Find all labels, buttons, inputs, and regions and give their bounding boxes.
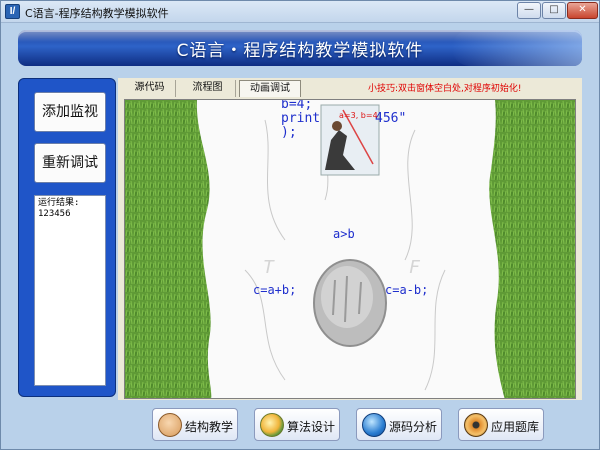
- disc-icon: [260, 413, 284, 437]
- true-deco-letter: T: [263, 257, 274, 278]
- algorithm-design-button[interactable]: 算法设计: [254, 408, 340, 441]
- structure-teaching-button[interactable]: 结构教学: [152, 408, 238, 441]
- hint-text: 小技巧:双击窗体空白处,对程序初始化!: [368, 84, 522, 94]
- title-bar[interactable]: I/ C语言-程序结构教学模拟软件 — □ ✕: [1, 1, 599, 23]
- tab-animation-debug[interactable]: 动画调试: [239, 80, 301, 97]
- source-analysis-label: 源码分析: [389, 420, 438, 434]
- minimize-button[interactable]: —: [517, 2, 541, 19]
- banner-title: C语言・程序结构教学模拟软件: [176, 41, 424, 61]
- branch-true-label: c=a+b;: [253, 283, 297, 297]
- result-value: 123456: [38, 209, 71, 219]
- variable-label: a=3, b=4: [339, 111, 378, 120]
- teacher-face-icon: [158, 413, 182, 437]
- question-bank-label: 应用题库: [491, 420, 540, 434]
- false-deco-letter: F: [409, 257, 420, 278]
- result-title: 运行结果:: [38, 198, 80, 208]
- condition-label: a>b: [333, 227, 355, 241]
- branch-false-label: c=a-b;: [385, 283, 429, 297]
- sidebar-panel: 添加监视 重新调试 运行结果: 123456: [18, 78, 116, 397]
- app-icon: I/: [5, 4, 20, 19]
- source-analysis-button[interactable]: 源码分析: [356, 408, 442, 441]
- tab-bar: 源代码 流程图 动画调试 小技巧:双击窗体空白处,对程序初始化!: [118, 78, 582, 97]
- animation-scene: [125, 100, 575, 398]
- tab-source[interactable]: 源代码: [124, 80, 176, 97]
- add-watch-button[interactable]: 添加监视: [34, 92, 106, 132]
- structure-teaching-label: 结构教学: [185, 420, 234, 434]
- code-fragment: 456": [375, 111, 407, 126]
- animation-canvas[interactable]: b=4; print 456" ); a=3, b=4 a>b c=a+b; c…: [124, 99, 576, 399]
- rerun-debug-button[interactable]: 重新调试: [34, 143, 106, 183]
- tab-flowchart[interactable]: 流程图: [180, 80, 236, 97]
- question-bank-button[interactable]: 应用题库: [458, 408, 544, 441]
- boater-head: [332, 121, 342, 131]
- window-title: C语言-程序结构教学模拟软件: [25, 7, 169, 20]
- app-banner: C语言・程序结构教学模拟软件: [18, 30, 582, 66]
- maximize-button[interactable]: □: [542, 2, 566, 19]
- code-line-3: );: [281, 125, 297, 140]
- close-button[interactable]: ✕: [567, 2, 598, 19]
- main-panel: 源代码 流程图 动画调试 小技巧:双击窗体空白处,对程序初始化! b=4; pr…: [118, 78, 582, 400]
- result-output[interactable]: 运行结果: 123456: [34, 195, 106, 386]
- code-line-2: print: [281, 111, 321, 126]
- algorithm-design-label: 算法设计: [287, 420, 336, 434]
- camera-icon: [464, 413, 488, 437]
- globe-icon: [362, 413, 386, 437]
